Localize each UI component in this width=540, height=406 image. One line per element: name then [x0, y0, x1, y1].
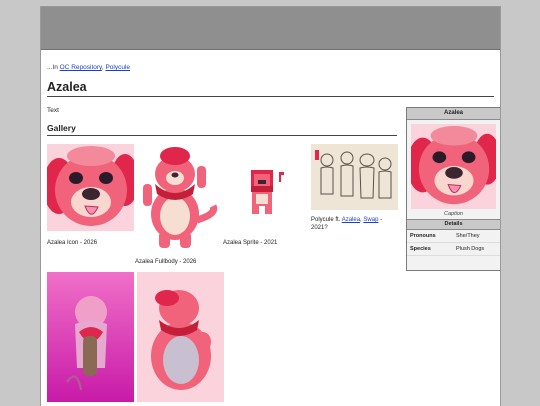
breadcrumb: ...In OC Repository, Polycule [47, 64, 130, 71]
gallery-caption-fullbody: Azalea Fullbody - 2026 [135, 259, 197, 265]
infobox: Azalea Caption Details Pronouns She/They… [406, 107, 500, 271]
infobox-caption: Caption [444, 211, 463, 217]
gallery-caption-sprite: Azalea Sprite - 2021 [223, 240, 278, 246]
breadcrumb-link-polycule[interactable]: Polycule [105, 64, 130, 71]
infobox-details-heading: Details [407, 219, 500, 230]
infobox-row-pronouns: Pronouns She/They [407, 230, 500, 243]
gallery-caption-polycule: Polycule ft. Azalea, Swap - 2021? [311, 217, 383, 231]
infobox-key: Species [410, 246, 431, 252]
infobox-key: Pronouns [410, 233, 436, 239]
caption-link-azalea[interactable]: Azalea [342, 217, 360, 223]
page: ...In OC Repository, Polycule Azalea Tex… [40, 6, 501, 406]
caption-link-swap[interactable]: Swap [363, 217, 378, 223]
header-bar [41, 7, 500, 50]
infobox-image[interactable] [411, 124, 496, 209]
page-title: Azalea [47, 80, 494, 97]
gallery-caption-icon: Azalea Icon - 2026 [47, 240, 98, 246]
infobox-title: Azalea [407, 108, 500, 120]
content: ...In OC Repository, Polycule Azalea Tex… [47, 49, 500, 406]
gallery-image-sprite[interactable] [223, 144, 310, 231]
gallery-heading: Gallery [47, 123, 397, 136]
gallery-image-polycule[interactable] [311, 144, 398, 210]
caption-prefix: Polycule ft. [311, 217, 342, 223]
gallery-image-icon[interactable] [47, 144, 134, 231]
infobox-row-species: Species Plush Dogs [407, 243, 500, 256]
infobox-value: She/They [456, 233, 480, 239]
gallery-image-pink-plush[interactable] [137, 272, 224, 402]
gallery-image-magenta[interactable] [47, 272, 134, 402]
breadcrumb-link-oc-repository[interactable]: OC Repository [60, 64, 102, 71]
infobox-value: Plush Dogs [456, 246, 485, 252]
breadcrumb-prefix: ...In [47, 64, 60, 71]
intro-text: Text [47, 107, 59, 114]
gallery-image-fullbody[interactable] [135, 144, 222, 251]
